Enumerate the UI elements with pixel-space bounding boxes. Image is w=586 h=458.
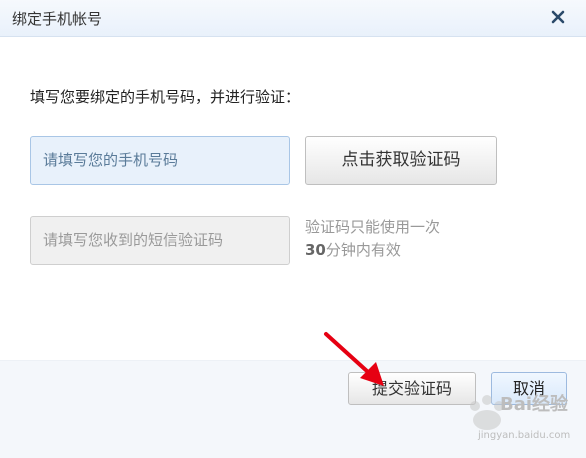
hint-minutes-text: 分钟内有效 — [325, 241, 401, 259]
close-button[interactable] — [544, 4, 572, 30]
hint-minutes: 30 — [305, 241, 326, 259]
watermark-logo-text: Bai经验 — [500, 394, 569, 415]
hint-line-2: 30分钟内有效 — [305, 239, 440, 262]
sms-code-input[interactable]: 请填写您收到的短信验证码 — [30, 216, 290, 265]
dialog-title: 绑定手机帐号 — [12, 10, 103, 28]
dialog-titlebar: 绑定手机帐号 — [0, 0, 586, 37]
close-icon — [551, 10, 565, 24]
watermark-url: jingyan.baidu.com — [478, 430, 571, 441]
instruction-text: 填写您要绑定的手机号码，并进行验证： — [30, 88, 301, 106]
hint-line-1: 验证码只能使用一次 — [305, 218, 441, 236]
phone-number-input[interactable]: 请填写您的手机号码 — [30, 136, 290, 185]
code-validity-hint: 验证码只能使用一次 30分钟内有效 — [305, 216, 440, 262]
red-arrow-icon — [324, 332, 384, 386]
bind-phone-dialog: 绑定手机帐号 填写您要绑定的手机号码，并进行验证： 请填写您的手机号码 点击获取… — [0, 0, 586, 458]
get-verification-code-button[interactable]: 点击获取验证码 — [305, 136, 497, 185]
